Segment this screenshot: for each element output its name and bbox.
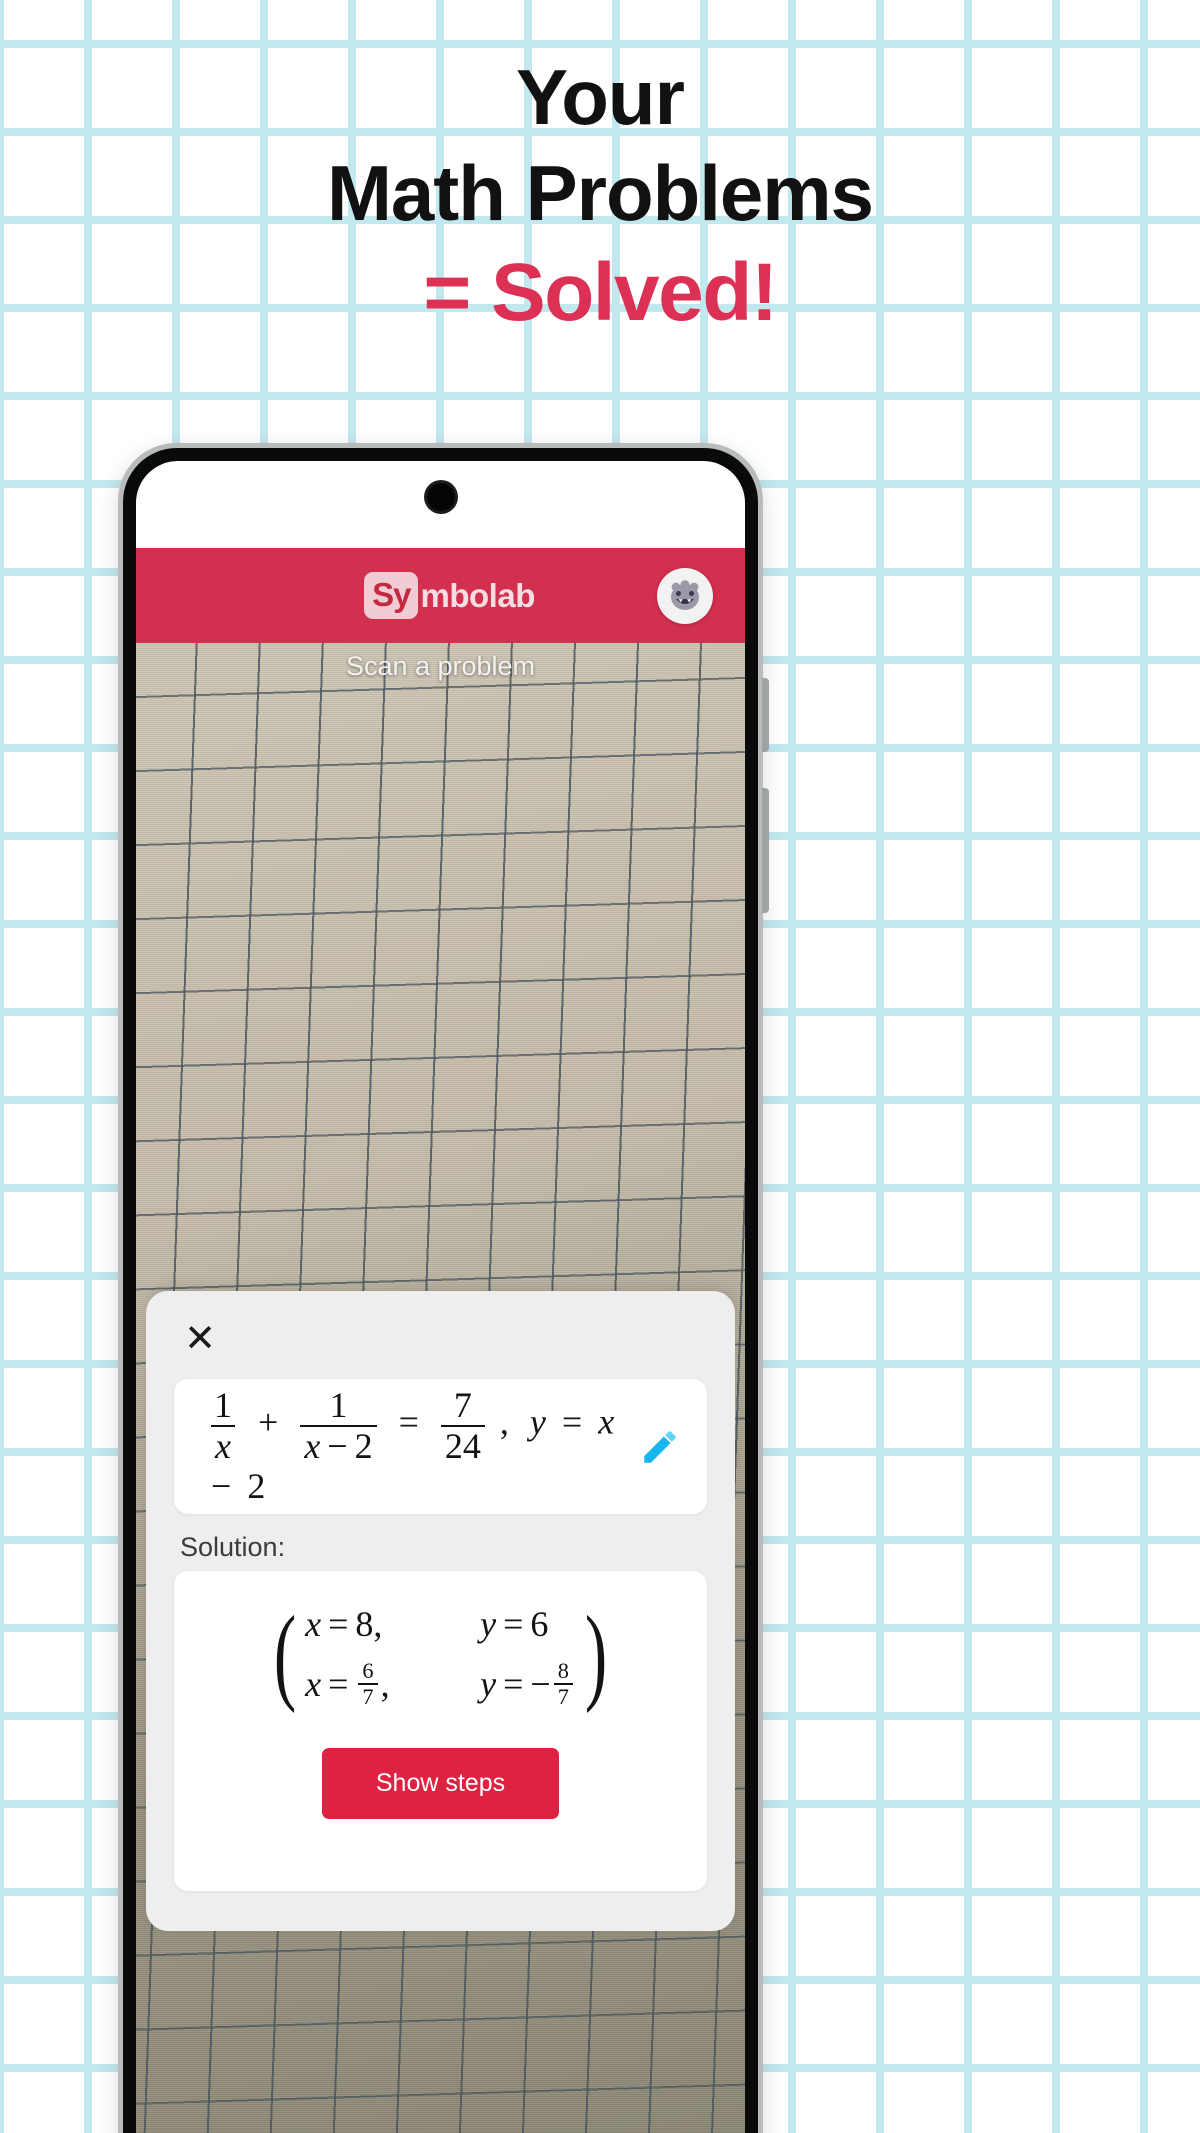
row2-y-cell: y = − 8 7 [480, 1659, 576, 1708]
phone-bezel: Sy mbolab Scan a problem ✕ 1 x + 1 x − 2… [123, 448, 758, 2133]
row2-y-sign: − [530, 1663, 551, 1704]
logo-wordmark: mbolab [420, 576, 536, 614]
row1-y-val: 6 [530, 1604, 549, 1644]
phone-volume-button[interactable] [762, 788, 769, 913]
right-paren: ) [584, 1595, 608, 1715]
matrix-rows: x = 8 , y = 6 x = 6 7 , y = − 8 7 [303, 1603, 578, 1708]
logo-mark-sy: Sy [364, 572, 418, 619]
frac2-den-x: x [304, 1425, 321, 1466]
headline-line-2: Math Problems [326, 148, 874, 237]
row1-x-val: 8 [355, 1604, 374, 1644]
phone-power-button[interactable] [762, 678, 769, 752]
close-icon: ✕ [184, 1318, 216, 1360]
row1-y-var: y [480, 1604, 497, 1644]
row2-x-num: 6 [362, 1658, 374, 1683]
promo-screenshot-page: Your Math Problems = Solved! Sy mbolab S… [0, 0, 1200, 2133]
close-sheet-button[interactable]: ✕ [178, 1317, 222, 1361]
symbolab-logo: Sy mbolab [364, 572, 535, 619]
row1-x-eq: = [328, 1604, 349, 1644]
problem-expression: 1 x + 1 x −2 = 7 24 , y = x − 2 [204, 1386, 639, 1506]
second-eq-two: 2 [247, 1465, 266, 1506]
row2-x-cell: x = 6 7 , [305, 1659, 480, 1708]
frac2-numerator: 1 [329, 1385, 348, 1426]
headline-line-3: = Solved! [423, 247, 778, 339]
fraction-one-over-x-minus-2: 1 x −2 [300, 1385, 377, 1466]
result-bottom-sheet: ✕ 1 x + 1 x − 2 = 7 24 , y = x − 2 Solut… [146, 1291, 735, 1931]
row1-y-cell: y = 6 [480, 1603, 548, 1645]
second-eq-y: y [529, 1401, 546, 1442]
solution-label: Solution: [180, 1532, 286, 1562]
frac2-denominator: x −2 [300, 1424, 377, 1466]
pencil-edit-icon[interactable] [639, 1426, 681, 1468]
row2-y-num: 8 [557, 1658, 569, 1683]
frac2-den-minus: − [327, 1425, 348, 1466]
frac3-denominator: 24 [440, 1424, 485, 1465]
row1-y-eq: = [503, 1604, 524, 1644]
frac1-denominator: x [211, 1424, 235, 1465]
solution-row-1: x = 8 , y = 6 [305, 1603, 576, 1645]
show-steps-button[interactable]: Show steps [321, 1748, 560, 1820]
plus-operator: + [258, 1401, 279, 1442]
frac2-den-two: 2 [354, 1425, 373, 1466]
row1-x-cell: x = 8 , [305, 1603, 480, 1645]
row2-x-eq: = [328, 1663, 349, 1704]
second-eq-equals: = [561, 1401, 583, 1442]
comma-separator: , [499, 1401, 509, 1442]
left-paren: ( [273, 1595, 297, 1715]
avatar[interactable] [657, 567, 713, 624]
solution-matrix: ( x = 8 , y = 6 x = 6 7 , y = − 8 7) [267, 1595, 614, 1715]
front-camera-icon [426, 483, 455, 511]
fraction-seven-over-24: 7 24 [440, 1385, 485, 1465]
mascot-avatar-icon [671, 579, 699, 610]
row1-comma: , [373, 1604, 383, 1644]
frac1-numerator: 1 [214, 1385, 232, 1426]
problem-card[interactable]: 1 x + 1 x −2 = 7 24 , y = x − 2 [174, 1379, 707, 1514]
row2-x-var: x [305, 1663, 322, 1704]
headline-block: Your Math Problems = Solved! [0, 53, 1200, 339]
row2-x-den: 7 [358, 1682, 378, 1709]
app-top-bar: Sy mbolab [136, 548, 745, 643]
frac3-numerator: 7 [453, 1385, 472, 1426]
phone-mockup: Sy mbolab Scan a problem ✕ 1 x + 1 x − 2… [118, 443, 769, 2133]
row2-y-fraction: 8 7 [553, 1658, 573, 1709]
headline-line-1: Your [516, 53, 685, 141]
row1-x-var: x [305, 1604, 322, 1644]
row2-y-den: 7 [553, 1682, 573, 1709]
equals-operator: = [398, 1401, 419, 1442]
second-eq-x: x [598, 1401, 615, 1442]
row2-x-fraction: 6 7 [358, 1658, 378, 1709]
second-eq-minus: − [211, 1465, 232, 1506]
fraction-one-over-x: 1 x [210, 1385, 236, 1465]
scan-hint-label: Scan a problem [345, 651, 536, 681]
row2-comma: , [380, 1663, 390, 1704]
phone-screen: Sy mbolab Scan a problem ✕ 1 x + 1 x − 2… [136, 461, 745, 2133]
row2-y-var: y [480, 1663, 497, 1704]
row2-y-eq: = [503, 1663, 524, 1704]
solution-card: ( x = 8 , y = 6 x = 6 7 , y = − 8 7) Sh… [174, 1571, 707, 1891]
solution-row-2: x = 6 7 , y = − 8 7 [305, 1659, 576, 1708]
